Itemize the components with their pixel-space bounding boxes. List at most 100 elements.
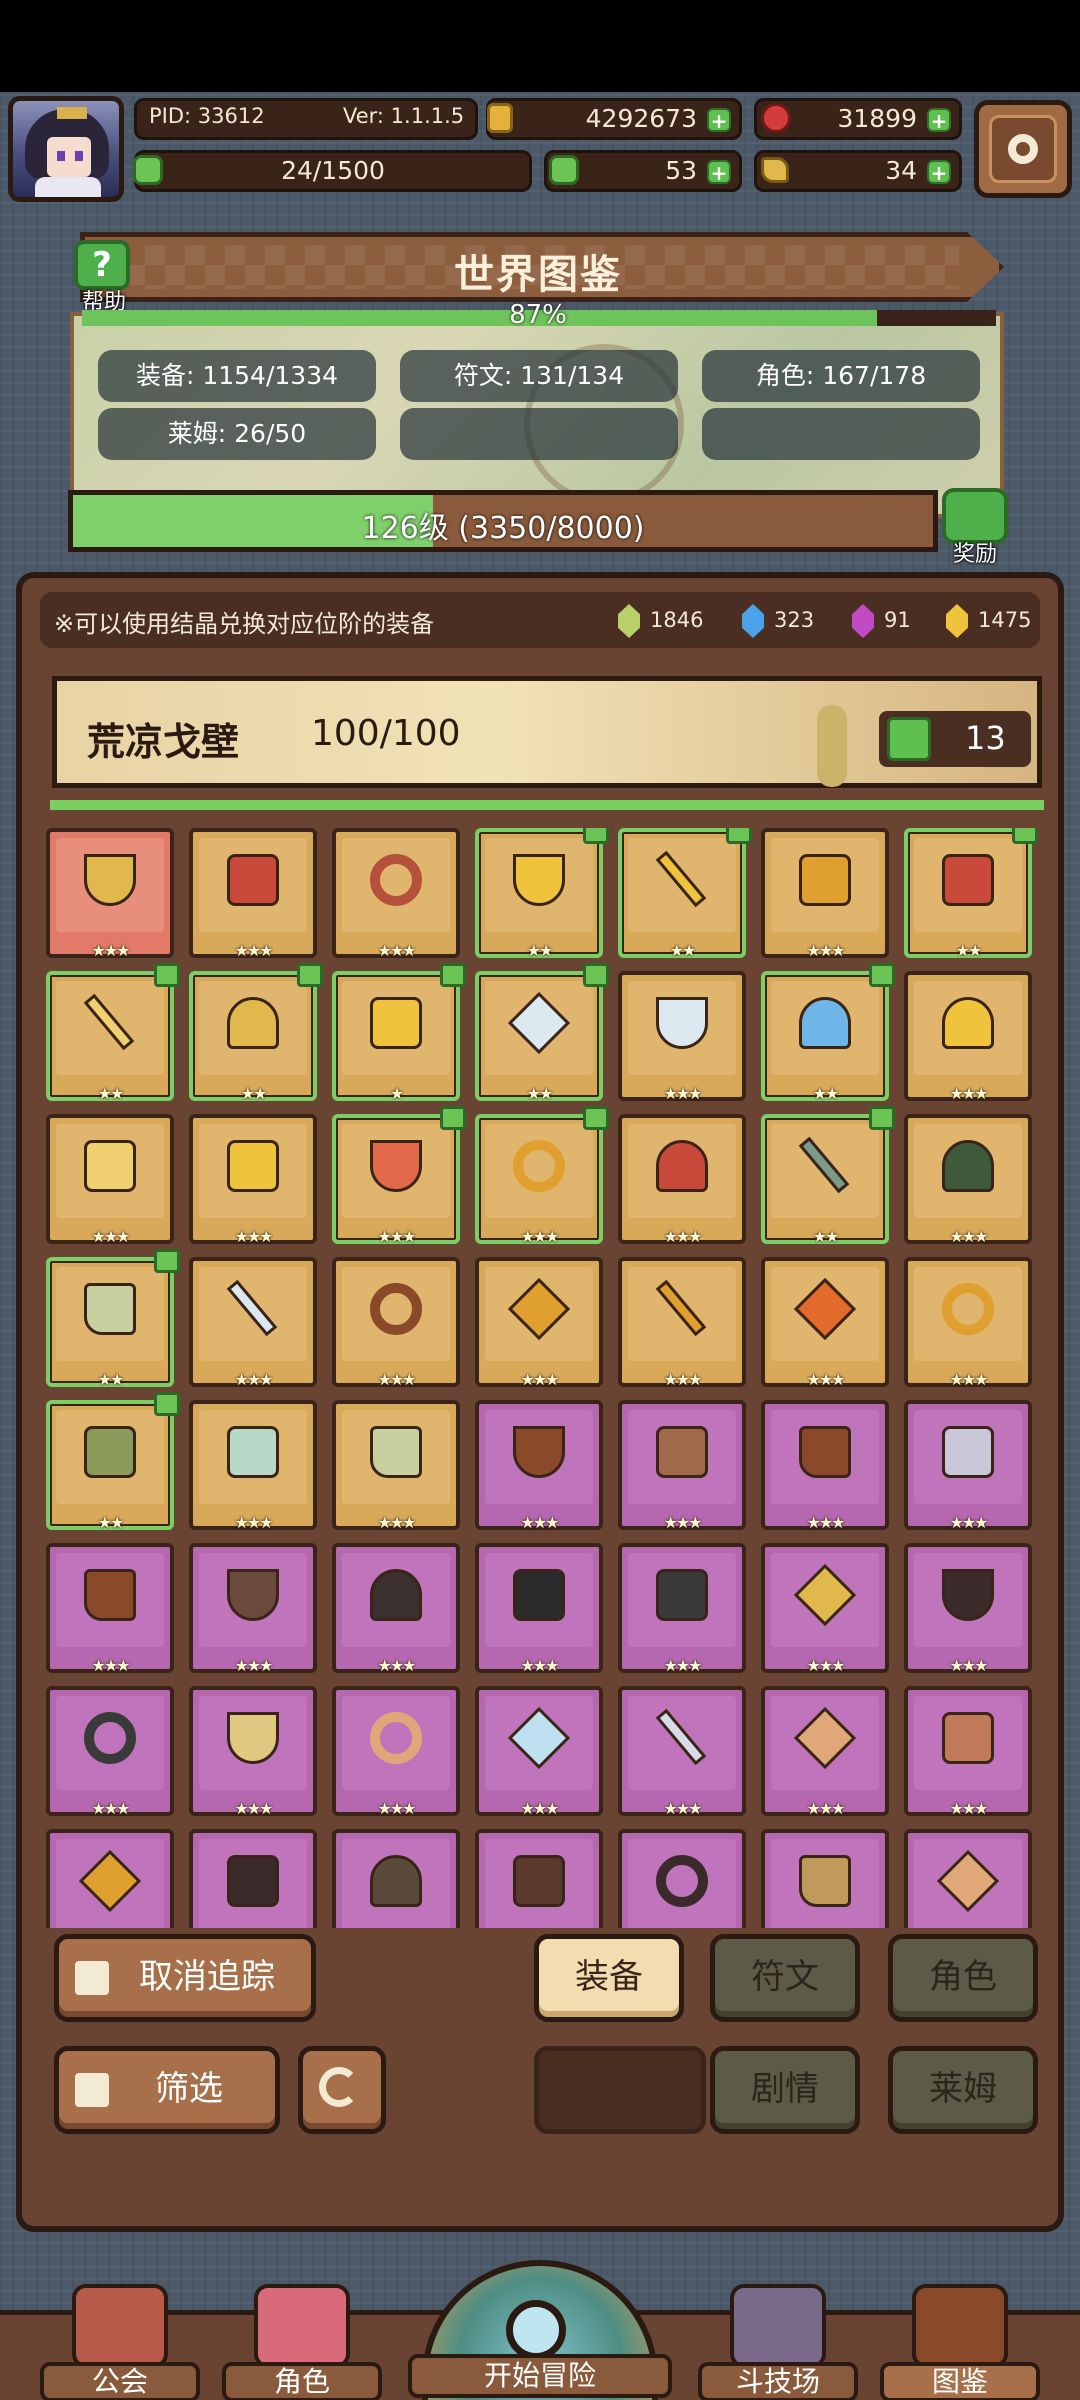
equipment-tile[interactable]: ★★★ <box>618 1686 746 1818</box>
player-avatar[interactable] <box>8 96 124 202</box>
equipment-tile[interactable]: ★★ <box>475 828 609 960</box>
equipment-tile[interactable]: ★★★ <box>332 1257 460 1389</box>
equipment-tile[interactable]: ★★★ <box>332 1106 466 1246</box>
nav-codex[interactable]: 图鉴 <box>880 2284 1040 2400</box>
nav-guild[interactable]: 公会 <box>40 2284 200 2400</box>
star-rating: ★★★ <box>377 1370 416 1389</box>
untrack-button[interactable]: 取消追踪 <box>54 1934 316 2022</box>
equipment-tile[interactable]: ★★★ <box>761 1829 889 1928</box>
add-gold-button[interactable]: + <box>707 108 731 132</box>
equipment-tile[interactable]: ★★ <box>46 963 180 1103</box>
equipment-tile[interactable]: ★★★ <box>332 1543 460 1675</box>
star-rating: ★★★ <box>234 1227 273 1246</box>
star-rating: ★★★ <box>949 1513 988 1532</box>
equipment-tile[interactable]: ★★★ <box>761 1686 889 1818</box>
equipment-tile[interactable]: ★★★ <box>904 1686 1032 1818</box>
equipment-tile[interactable]: ★★★ <box>761 828 889 960</box>
equipment-tile[interactable]: ★★★ <box>904 1543 1032 1675</box>
guild-building-icon <box>72 2284 168 2368</box>
equipment-tile[interactable]: ★★★ <box>189 1829 317 1928</box>
equipment-tile[interactable]: ★★★ <box>46 828 174 960</box>
equipment-tile[interactable]: ★★★ <box>475 1829 603 1928</box>
stamina-bar: 24/1500 <box>133 150 532 192</box>
filter-label: 筛选 <box>155 2069 223 2109</box>
equipment-tile[interactable]: ★★★ <box>189 1543 317 1675</box>
equipment-tile[interactable]: ★★ <box>46 1392 180 1532</box>
equipment-tile[interactable]: ★★★ <box>46 1829 174 1928</box>
equipment-grid: ★★★ ★★★ ★★★ ★★ ★★ ★★★ ★★ ★★ ★★ ★ ★★ ★★★ ★★ ★★★ ★★★ ★★★ ★… <box>46 828 1046 1928</box>
refresh-button[interactable] <box>298 2046 386 2134</box>
equipment-tile[interactable]: ★★★ <box>46 1114 174 1246</box>
star-rating: ★★★ <box>520 1227 559 1246</box>
add-gem-button[interactable]: + <box>927 108 951 132</box>
tab-equipment[interactable]: 装备 <box>534 1934 684 2022</box>
equipment-tile[interactable]: ★★★ <box>618 1257 746 1389</box>
equipment-tile[interactable]: ★★ <box>761 1106 895 1246</box>
region-header[interactable]: 荒凉戈壁 100/100 13 <box>52 676 1042 788</box>
equipment-tile[interactable]: ★★★ <box>189 1257 317 1389</box>
gauntlet-icon <box>84 1140 136 1192</box>
equipment-tile[interactable]: ★★★ <box>475 1686 603 1818</box>
equipment-tile[interactable]: ★★★ <box>618 971 746 1103</box>
star-rating: ★★ <box>240 1084 268 1103</box>
equipment-tile[interactable]: ★★★ <box>332 1829 460 1928</box>
equipment-tile[interactable]: ★★★ <box>618 1114 746 1246</box>
equipment-tile[interactable]: ★★★ <box>904 1829 1032 1928</box>
equipment-tile[interactable]: ★★★ <box>332 1400 460 1532</box>
equipment-tile[interactable]: ★★ <box>618 828 752 960</box>
nav-arena[interactable]: 斗技场 <box>698 2284 858 2400</box>
add-clover-button[interactable]: + <box>707 160 731 184</box>
equipment-tile[interactable]: ★★★ <box>904 1114 1032 1246</box>
equipment-tile[interactable]: ★★★ <box>475 1543 603 1675</box>
equipment-tile[interactable]: ★★★ <box>618 1829 746 1928</box>
reward-button[interactable]: 奖励 <box>936 484 1014 567</box>
equipment-tile[interactable]: ★★★ <box>618 1400 746 1532</box>
equipment-tile[interactable]: ★★★ <box>475 1106 609 1246</box>
tab-character[interactable]: 角色 <box>888 1934 1038 2022</box>
equipment-tile[interactable]: ★ <box>332 963 466 1103</box>
tab-story[interactable]: 剧情 <box>710 2046 860 2134</box>
equipment-tile[interactable]: ★★★ <box>189 828 317 960</box>
add-key-button[interactable]: + <box>927 160 951 184</box>
stat-empty-slot <box>400 408 678 460</box>
equipment-tile[interactable]: ★★★ <box>475 1400 603 1532</box>
equipment-tile[interactable]: ★★★ <box>618 1543 746 1675</box>
equipment-tile[interactable]: ★★★ <box>904 971 1032 1103</box>
equipment-tile[interactable]: ★★★ <box>189 1400 317 1532</box>
equipment-tile[interactable]: ★★★ <box>761 1257 889 1389</box>
equipment-tile[interactable]: ★★ <box>904 828 1038 960</box>
equipment-tile[interactable]: ★★★ <box>761 1543 889 1675</box>
equipment-tile[interactable]: ★★★ <box>904 1400 1032 1532</box>
collar-icon <box>370 1140 422 1192</box>
nav-character[interactable]: 角色 <box>222 2284 382 2400</box>
nav-start-adventure[interactable]: 开始冒险 <box>408 2260 672 2400</box>
help-button[interactable]: ? 帮助 <box>68 236 140 315</box>
settings-button[interactable] <box>974 100 1072 198</box>
equipment-tile[interactable]: ★★★ <box>475 1257 603 1389</box>
equipment-tile[interactable]: ★★★ <box>189 1686 317 1818</box>
equipment-tile[interactable]: ★★ <box>761 963 895 1103</box>
equipment-tile[interactable]: ★★ <box>46 1249 180 1389</box>
equipment-tile[interactable]: ★★★ <box>46 1543 174 1675</box>
avatar-tiara <box>57 107 87 119</box>
crystal-exchange-note: ※可以使用结晶兑换对应位阶的装备 <box>54 610 435 638</box>
star-rating: ★★★ <box>949 1227 988 1246</box>
equipment-tile[interactable]: ★★★ <box>46 1686 174 1818</box>
armor-icon <box>656 1426 708 1478</box>
equipment-tile[interactable]: ★★ <box>475 963 609 1103</box>
equipment-tile[interactable]: ★★ <box>189 963 323 1103</box>
equipment-tile[interactable]: ★★★ <box>904 1257 1032 1389</box>
equipment-tile[interactable]: ★★★ <box>761 1400 889 1532</box>
necklace-icon <box>942 1569 994 1621</box>
star-rating: ★★★ <box>949 1656 988 1675</box>
star-rating: ★★★ <box>234 1513 273 1532</box>
equipment-collection-panel: ※可以使用结晶兑换对应位阶的装备 1846 323 91 1475 荒凉戈壁 1… <box>16 572 1064 2232</box>
star-rating: ★★ <box>669 941 697 960</box>
equipment-tile[interactable]: ★★★ <box>332 1686 460 1818</box>
nav-guild-label: 公会 <box>40 2362 200 2400</box>
tab-rune[interactable]: 符文 <box>710 1934 860 2022</box>
equipment-tile[interactable]: ★★★ <box>189 1114 317 1246</box>
filter-button[interactable]: 筛选 <box>54 2046 280 2134</box>
tab-slime[interactable]: 莱姆 <box>888 2046 1038 2134</box>
equipment-tile[interactable]: ★★★ <box>332 828 460 960</box>
